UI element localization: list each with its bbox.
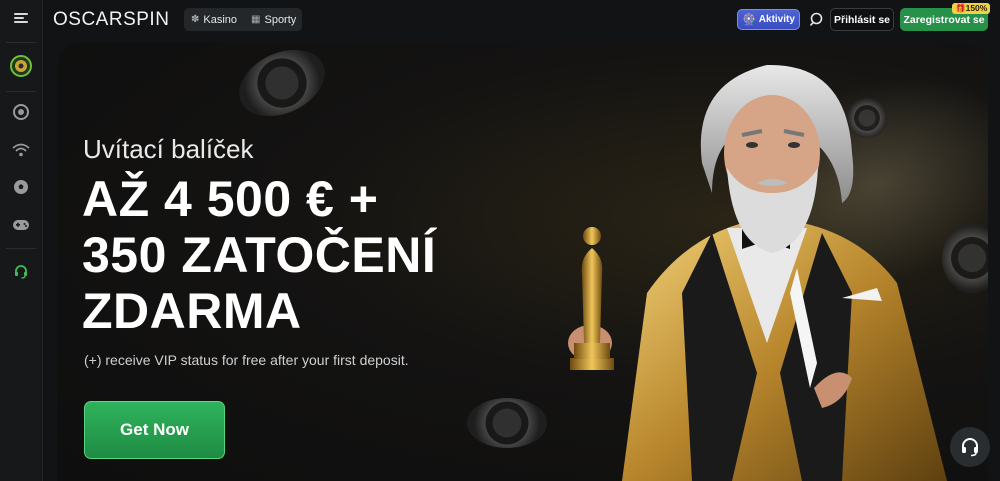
sidebar-item-support[interactable] — [0, 257, 42, 287]
sidebar-item-games[interactable] — [0, 210, 42, 240]
tab-label: Sporty — [264, 13, 297, 26]
casino-chip-icon: ✽ — [191, 14, 200, 25]
wheel-of-fortune-icon — [10, 55, 32, 77]
logo-text: OSCARSPIN — [53, 9, 170, 30]
soccer-ball-icon — [14, 180, 28, 194]
aktivity-button[interactable]: 🎡 Aktivity — [737, 9, 800, 30]
live-signal-icon — [12, 143, 30, 157]
gift-icon: 🎁 — [955, 3, 966, 13]
tab-label: Kasino — [203, 13, 238, 26]
bonus-badge: 🎁150% — [952, 3, 991, 14]
menu-icon — [14, 11, 28, 25]
top-bar: OSCARSPIN ✽ Kasino ▦ Sporty 🎡 Aktivity P… — [42, 0, 1000, 40]
sidebar-item-wheel[interactable] — [0, 51, 42, 81]
hero-banner[interactable]: Uvítací balíček AŽ 4 500 € + 350 ZATOČEN… — [57, 43, 988, 481]
poker-chip-decoration — [467, 398, 547, 448]
sidebar-divider — [6, 42, 36, 43]
hero-title-line: ZDARMA — [82, 283, 302, 339]
gift-wheel-icon: 🎡 — [742, 14, 756, 26]
tab-kasino[interactable]: ✽ Kasino — [184, 8, 244, 31]
support-chat-button[interactable] — [950, 427, 990, 467]
sidebar-item-sports[interactable] — [0, 172, 42, 202]
bonus-badge-text: 150% — [965, 3, 988, 13]
get-now-label: Get Now — [120, 420, 189, 439]
sidebar — [0, 0, 43, 481]
hero-title: AŽ 4 500 € + 350 ZATOČENÍ ZDARMA — [82, 171, 502, 339]
gamepad-icon — [13, 220, 29, 230]
aktivity-label: Aktivity — [758, 14, 795, 25]
menu-toggle-button[interactable] — [0, 3, 42, 33]
login-button[interactable]: Přihlásit se — [830, 8, 894, 31]
login-label: Přihlásit se — [833, 13, 891, 26]
site-logo[interactable]: OSCARSPIN — [53, 9, 169, 31]
hero-subtitle: Uvítací balíček — [83, 134, 254, 164]
get-now-button[interactable]: Get Now — [84, 401, 225, 459]
sports-icon: ▦ — [251, 14, 261, 25]
product-tabs: ✽ Kasino ▦ Sporty — [184, 8, 302, 31]
poker-chip-decoration — [228, 43, 336, 130]
hero-title-line: AŽ 4 500 € + — [82, 171, 379, 227]
sidebar-item-live[interactable] — [0, 135, 42, 165]
tab-sporty[interactable]: ▦ Sporty — [244, 8, 303, 31]
register-label: Zaregistrovat se — [903, 13, 985, 26]
support-agent-icon — [15, 265, 27, 279]
promo-figure-illustration — [568, 64, 947, 481]
headset-icon — [962, 438, 978, 457]
sidebar-divider — [6, 91, 36, 92]
hero-note: (+) receive VIP status for free after yo… — [84, 352, 409, 368]
hero-title-line: 350 ZATOČENÍ — [82, 227, 437, 283]
sidebar-item-casino[interactable] — [0, 97, 42, 127]
search-button[interactable] — [806, 9, 826, 30]
search-icon — [809, 12, 822, 27]
casino-chip-icon — [13, 104, 29, 120]
sidebar-divider — [6, 248, 36, 249]
